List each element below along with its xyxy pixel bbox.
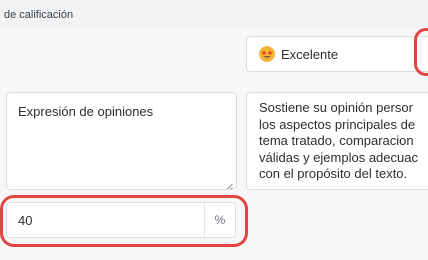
criterion-name-text: Expresión de opiniones [18, 104, 154, 119]
star-struck-emoji-icon [259, 46, 275, 62]
level-description-field[interactable]: Sostiene su opinión persor los aspectos … [246, 92, 428, 190]
resize-handle-icon[interactable] [225, 178, 233, 189]
description-line: tema tratado, comparacion [259, 133, 414, 148]
rating-level-select[interactable]: Excelente [246, 36, 428, 72]
description-line: válidas y ejemplos adecuac [259, 149, 418, 165]
rating-level-label: Excelente [281, 46, 339, 62]
level-description-text: Sostiene su opinión persor los aspectos … [259, 100, 418, 183]
weight-highlight-annotation [0, 195, 248, 247]
rubric-editor: de calificación Excelente Expresión de o… [0, 0, 428, 260]
criterion-name-textarea[interactable]: Expresión de opiniones [6, 92, 237, 190]
description-line: con el propósito del texto. [259, 166, 408, 181]
section-title: de calificación [4, 9, 74, 21]
rating-highlight-annotation [414, 28, 428, 76]
description-line: los aspectos principales de [259, 116, 416, 132]
description-line: Sostiene su opinión persor [259, 100, 413, 115]
